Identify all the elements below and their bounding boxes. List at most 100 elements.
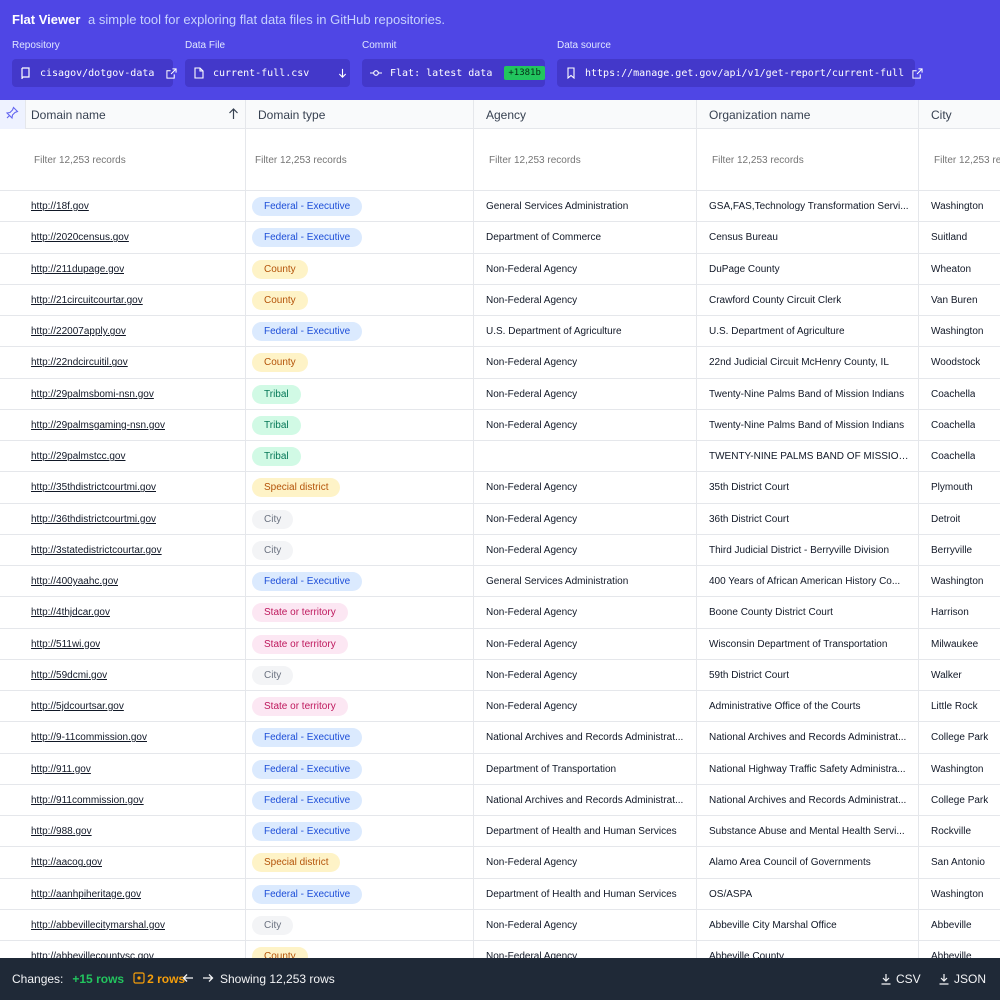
modified-rows[interactable]: 2 rows xyxy=(133,971,185,987)
domain-name-cell[interactable]: http://36thdistrictcourtmi.gov xyxy=(31,504,241,535)
domain-name-cell[interactable]: http://3statedistrictcourtar.gov xyxy=(31,535,241,566)
table-row[interactable]: http://5jdcourtsar.gov State or territory… xyxy=(0,691,1000,723)
table-row[interactable]: http://abbevillecitymarshal.gov City Non-F… xyxy=(0,910,1000,941)
domain-link[interactable]: http://59dcmi.gov xyxy=(31,670,107,681)
table-row[interactable]: http://29palmsbomi-nsn.gov Tribal Non-Fede… xyxy=(0,379,1000,410)
table-row[interactable]: http://3statedistrictcourtar.gov City Non-… xyxy=(0,535,1000,566)
table-row[interactable]: http://29palmsgaming-nsn.gov Tribal Non-Fe… xyxy=(0,410,1000,441)
domain-name-cell[interactable]: http://22007apply.gov xyxy=(31,316,241,347)
commit-picker[interactable]: Flat: latest data +1381b xyxy=(362,59,545,87)
table-row[interactable]: http://35thdistrictcourtmi.gov Special di… xyxy=(0,472,1000,504)
domain-name-cell[interactable]: http://aanhpiheritage.gov xyxy=(31,879,241,910)
table-row[interactable]: http://4thjdcar.gov State or territory Non… xyxy=(0,597,1000,629)
domain-link[interactable]: http://400yaahc.gov xyxy=(31,576,118,587)
domain-name-cell[interactable]: http://9-11commission.gov xyxy=(31,722,241,753)
domain-link[interactable]: http://29palmsgaming-nsn.gov xyxy=(31,420,165,431)
domain-name-cell[interactable]: http://5jdcourtsar.gov xyxy=(31,691,241,722)
domain-name-cell[interactable]: http://59dcmi.gov xyxy=(31,660,241,691)
domain-name-cell[interactable]: http://21circuitcourtar.gov xyxy=(31,285,241,316)
column-header-city[interactable]: City xyxy=(919,100,1000,129)
download-csv-button[interactable]: CSV xyxy=(880,958,921,1000)
domain-name-cell[interactable]: http://211dupage.gov xyxy=(31,254,241,285)
table-row[interactable]: http://22007apply.gov Federal - Executive… xyxy=(0,316,1000,348)
domain-name-cell[interactable]: http://2020census.gov xyxy=(31,222,241,253)
external-link-icon[interactable] xyxy=(166,66,177,80)
domain-link[interactable]: http://5jdcourtsar.gov xyxy=(31,701,124,712)
domain-link[interactable]: http://29palmstcc.gov xyxy=(31,451,126,462)
domain-name-cell[interactable]: http://29palmsbomi-nsn.gov xyxy=(31,379,241,410)
table-row[interactable]: http://2020census.gov Federal - Executive… xyxy=(0,222,1000,254)
domain-link[interactable]: http://abbevillecountysc.gov xyxy=(31,951,154,958)
table-row[interactable]: http://18f.gov Federal - Executive General… xyxy=(0,191,1000,223)
table-row[interactable]: http://400yaahc.gov Federal - Executive Ge… xyxy=(0,566,1000,598)
table-row[interactable]: http://abbevillecountysc.gov County Non-Fe… xyxy=(0,941,1000,958)
domain-link[interactable]: http://abbevillecitymarshal.gov xyxy=(31,920,165,931)
domain-name-cell[interactable]: http://22ndcircuitil.gov xyxy=(31,347,241,378)
domain-link[interactable]: http://aacog.gov xyxy=(31,857,102,868)
table-row[interactable]: http://aacog.gov Special district Non-Fede… xyxy=(0,847,1000,879)
column-header-domain-type[interactable]: Domain type xyxy=(246,100,474,129)
domain-name-cell[interactable]: http://35thdistrictcourtmi.gov xyxy=(31,472,241,503)
table-row[interactable]: http://21circuitcourtar.gov County Non-Fed… xyxy=(0,285,1000,316)
domain-link[interactable]: http://35thdistrictcourtmi.gov xyxy=(31,482,156,493)
column-header-domain-name[interactable]: Domain name xyxy=(26,100,246,129)
table-row[interactable]: http://59dcmi.gov City Non-Federal Agency 5… xyxy=(0,660,1000,691)
domain-link[interactable]: http://211dupage.gov xyxy=(31,264,124,275)
table-row[interactable]: http://36thdistrictcourtmi.gov City Non-Fe… xyxy=(0,504,1000,535)
table-row[interactable]: http://22ndcircuitil.gov County Non-Federa… xyxy=(0,347,1000,379)
domain-name-cell[interactable]: http://aacog.gov xyxy=(31,847,241,878)
data-file-picker[interactable]: current-full.csv xyxy=(185,59,350,87)
domain-link[interactable]: http://511wi.gov xyxy=(31,639,100,650)
domain-name-cell[interactable]: http://511wi.gov xyxy=(31,629,241,660)
domain-name-cell[interactable]: http://18f.gov xyxy=(31,191,241,222)
table-row[interactable]: http://511wi.gov State or territory Non-Fe… xyxy=(0,629,1000,660)
table-row[interactable]: http://aanhpiheritage.gov Federal - Execu… xyxy=(0,879,1000,910)
domain-link[interactable]: http://988.gov xyxy=(31,826,92,837)
table-row[interactable]: http://988.gov Federal - Executive Departm… xyxy=(0,816,1000,848)
domain-name-cell[interactable]: http://911.gov xyxy=(31,754,241,785)
domain-link[interactable]: http://aanhpiheritage.gov xyxy=(31,889,141,900)
sort-ascending-icon[interactable] xyxy=(228,108,239,123)
organization-filter-input[interactable] xyxy=(697,154,918,166)
added-rows-count[interactable]: +15 rows xyxy=(72,972,124,986)
previous-change-button[interactable] xyxy=(182,958,194,1000)
pin-column-button[interactable] xyxy=(0,100,26,129)
agency-filter-input[interactable] xyxy=(474,154,696,166)
domain-name-cell[interactable]: http://29palmstcc.gov xyxy=(31,441,241,472)
domain-name-cell[interactable]: http://4thjdcar.gov xyxy=(31,597,241,628)
domain-name-cell[interactable]: http://400yaahc.gov xyxy=(31,566,241,597)
domain-link[interactable]: http://3statedistrictcourtar.gov xyxy=(31,545,162,556)
domain-type-filter-input[interactable] xyxy=(246,154,473,166)
domain-name-cell[interactable]: http://911commission.gov xyxy=(31,785,241,816)
domain-link[interactable]: http://911commission.gov xyxy=(31,795,144,806)
domain-name-cell[interactable]: http://29palmsgaming-nsn.gov xyxy=(31,410,241,441)
domain-link[interactable]: http://2020census.gov xyxy=(31,232,129,243)
next-change-button[interactable] xyxy=(202,958,214,1000)
table-row[interactable]: http://29palmstcc.gov Tribal TWENTY-NINE P… xyxy=(0,441,1000,473)
table-row[interactable]: http://911commission.gov Federal - Execut… xyxy=(0,785,1000,816)
data-source-link[interactable]: https://manage.get.gov/api/v1/get-report… xyxy=(557,59,923,87)
domain-link[interactable]: http://29palmsbomi-nsn.gov xyxy=(31,389,154,400)
repository-picker[interactable]: cisagov/dotgov-data xyxy=(12,59,177,87)
table-row[interactable]: http://911.gov Federal - Executive Departm… xyxy=(0,754,1000,785)
domain-name-filter-input[interactable] xyxy=(0,154,245,166)
external-link-icon[interactable] xyxy=(912,66,923,80)
city-filter-input[interactable] xyxy=(919,154,1000,166)
download-json-button[interactable]: JSON xyxy=(938,958,986,1000)
column-header-organization-name[interactable]: Organization name xyxy=(697,100,919,129)
domain-link[interactable]: http://21circuitcourtar.gov xyxy=(31,295,143,306)
download-arrow-icon[interactable] xyxy=(337,66,348,80)
domain-link[interactable]: http://22007apply.gov xyxy=(31,326,126,337)
column-header-agency[interactable]: Agency xyxy=(474,100,697,129)
domain-link[interactable]: http://18f.gov xyxy=(31,201,89,212)
domain-link[interactable]: http://9-11commission.gov xyxy=(31,732,147,743)
table-row[interactable]: http://211dupage.gov County Non-Federal Ag… xyxy=(0,254,1000,285)
domain-link[interactable]: http://4thjdcar.gov xyxy=(31,607,110,618)
table-row[interactable]: http://9-11commission.gov Federal - Execu… xyxy=(0,722,1000,754)
domain-link[interactable]: http://36thdistrictcourtmi.gov xyxy=(31,514,156,525)
domain-link[interactable]: http://911.gov xyxy=(31,764,91,775)
domain-name-cell[interactable]: http://988.gov xyxy=(31,816,241,847)
domain-name-cell[interactable]: http://abbevillecitymarshal.gov xyxy=(31,910,241,941)
domain-link[interactable]: http://22ndcircuitil.gov xyxy=(31,357,128,368)
domain-name-cell[interactable]: http://abbevillecountysc.gov xyxy=(31,941,241,958)
